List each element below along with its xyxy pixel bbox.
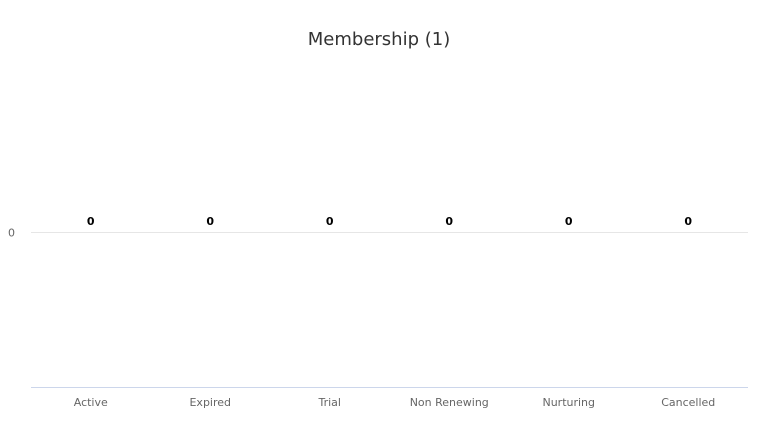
x-tick-label: Non Renewing (410, 396, 489, 409)
data-label: 0 (206, 215, 214, 228)
x-tick-label: Trial (318, 396, 341, 409)
chart-plot: 0 0 Active 0 Expired 0 Trial 0 Non Renewing 0 Nurt… (8, 215, 748, 409)
data-label: 0 (684, 215, 692, 228)
x-tick-label: Cancelled (661, 396, 715, 409)
data-label: 0 (87, 215, 95, 228)
data-label: 0 (445, 215, 453, 228)
x-tick-label: Expired (189, 396, 231, 409)
x-tick-label: Nurturing (542, 396, 595, 409)
chart-container: Membership (1) 0 0 Active 0 Expired 0 Trial 0 No… (0, 0, 758, 425)
x-tick-label: Active (74, 396, 108, 409)
y-tick-label: 0 (8, 227, 15, 240)
data-label: 0 (326, 215, 334, 228)
data-label: 0 (565, 215, 573, 228)
